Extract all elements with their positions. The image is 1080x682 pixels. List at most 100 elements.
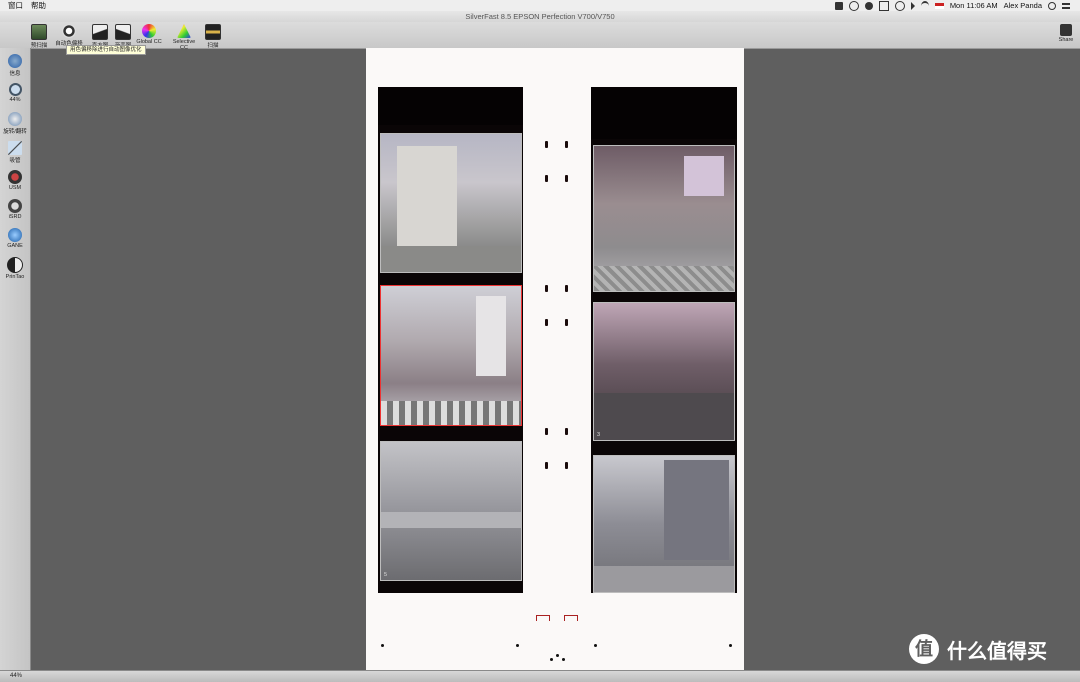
strip-leader [378, 87, 523, 125]
tool-usm-label: USM [8, 185, 22, 191]
zoom-icon [8, 83, 22, 96]
film-frame[interactable]: 3 [593, 302, 735, 441]
sprocket-mark [565, 319, 568, 326]
info-icon [8, 54, 22, 68]
eyedropper-icon [8, 141, 22, 155]
tool-zoom[interactable]: 44% [0, 83, 30, 103]
tool-isrd-label: iSRD [8, 214, 22, 220]
printao-icon [7, 257, 23, 273]
frame-street [381, 246, 521, 272]
frame-crosswalk [381, 401, 521, 425]
tooltip: 用色偏移除进行自动图像优化 [66, 45, 146, 55]
tool-gane[interactable]: GANE [0, 228, 30, 249]
tool-info-label: 信息 [9, 71, 21, 77]
sprocket-mark [565, 175, 568, 182]
selective-cc-label: Selective CC [172, 39, 196, 51]
frame-building [397, 146, 457, 246]
frame-pavement [594, 266, 734, 291]
clock[interactable]: Mon 11:06 AM [950, 1, 998, 10]
menu-help[interactable]: 帮助 [23, 0, 46, 11]
frame-number: 3 [597, 432, 601, 438]
scan-label: 扫描 [207, 43, 219, 49]
sprocket-mark [565, 428, 568, 435]
frame-building [476, 296, 506, 376]
menu-window[interactable]: 窗口 [0, 0, 23, 11]
user-name[interactable]: Alex Panda [1004, 1, 1042, 10]
toolbar: 预扫描 自动色偏移除 直方图 渐变图 Global CC Selective C… [0, 22, 1080, 55]
frame-street [594, 393, 734, 440]
tool-eyedropper-label: 吸管 [9, 158, 21, 164]
sprocket-mark [545, 175, 548, 182]
selective-cc-icon [177, 24, 191, 38]
watermark: 值 什么值得买 [909, 634, 1047, 664]
zoom-level: 44% [10, 673, 23, 679]
holder-mark [564, 615, 578, 621]
global-cc-icon [142, 24, 156, 38]
scan-preview[interactable]: 5 3 [366, 48, 744, 670]
sync-icon[interactable] [848, 0, 859, 11]
isrd-icon [8, 199, 22, 213]
tool-printao-label: PrinTao [5, 274, 25, 280]
frame-number: 5 [384, 572, 388, 578]
info-circle-icon[interactable] [864, 1, 873, 10]
time-machine-icon[interactable] [878, 0, 889, 11]
sprocket-mark [565, 285, 568, 292]
holder-dot [381, 644, 384, 647]
status-icon[interactable] [834, 1, 843, 10]
bluetooth-icon[interactable] [894, 0, 905, 11]
holder-dot [562, 658, 565, 661]
sprocket-mark [545, 319, 548, 326]
frame-bridge [381, 512, 521, 528]
gane-icon [8, 228, 22, 242]
tool-printao[interactable]: PrinTao [0, 257, 30, 280]
share-label: Share [1058, 37, 1074, 43]
selective-cc-button[interactable]: Selective CC [169, 24, 199, 51]
tool-gane-label: GANE [7, 243, 23, 249]
gradation-icon [115, 24, 131, 40]
scan-button[interactable]: 扫描 [199, 24, 227, 49]
notification-center-icon[interactable] [1062, 2, 1070, 9]
tool-strip: 信息 44% 旋转/翻转 吸管 USM iSRD GANE PrinTao [0, 48, 31, 670]
film-frame[interactable] [380, 133, 522, 273]
holder-mark [536, 615, 550, 621]
status-bar: 44% [0, 670, 1080, 682]
tool-info[interactable]: 信息 [0, 54, 30, 77]
film-frame-selected[interactable] [380, 285, 522, 426]
flag-icon[interactable] [934, 2, 944, 9]
scan-icon [205, 24, 221, 40]
usm-icon [8, 170, 22, 184]
share-button[interactable]: Share [1056, 24, 1076, 43]
tool-eyedropper[interactable]: 吸管 [0, 141, 30, 164]
prescan-icon [31, 24, 47, 40]
tool-isrd[interactable]: iSRD [0, 199, 30, 220]
auto-adjust-icon [62, 24, 76, 38]
rotate-icon [8, 112, 22, 126]
film-frame[interactable] [593, 455, 735, 593]
film-frame[interactable] [593, 145, 735, 292]
holder-dot [556, 654, 559, 657]
global-cc-button[interactable]: Global CC [135, 24, 163, 45]
tool-usm[interactable]: USM [0, 170, 30, 191]
histogram-icon [92, 24, 108, 40]
watermark-text: 什么值得买 [947, 640, 1047, 663]
tool-rotate[interactable]: 旋转/翻转 [0, 112, 30, 135]
prescan-button[interactable]: 预扫描 [25, 24, 53, 49]
wifi-icon[interactable] [920, 0, 929, 11]
film-frame[interactable]: 5 [380, 441, 522, 581]
holder-dot [516, 644, 519, 647]
volume-icon[interactable] [910, 1, 915, 10]
menu-extras: Mon 11:06 AM Alex Panda [834, 0, 1080, 11]
strip-leader [591, 87, 737, 139]
sprocket-mark [545, 428, 548, 435]
share-icon [1060, 24, 1072, 36]
sprocket-mark [545, 462, 548, 469]
frame-building [664, 460, 729, 560]
spotlight-icon[interactable] [1048, 1, 1056, 10]
sprocket-mark [565, 141, 568, 148]
frame-signs [684, 156, 724, 196]
tool-zoom-label: 44% [9, 97, 21, 103]
watermark-logo: 值 [909, 634, 939, 664]
sprocket-mark [545, 141, 548, 148]
sprocket-mark [545, 285, 548, 292]
window-title: SilverFast 8.5 EPSON Perfection V700/V75… [0, 11, 1080, 22]
